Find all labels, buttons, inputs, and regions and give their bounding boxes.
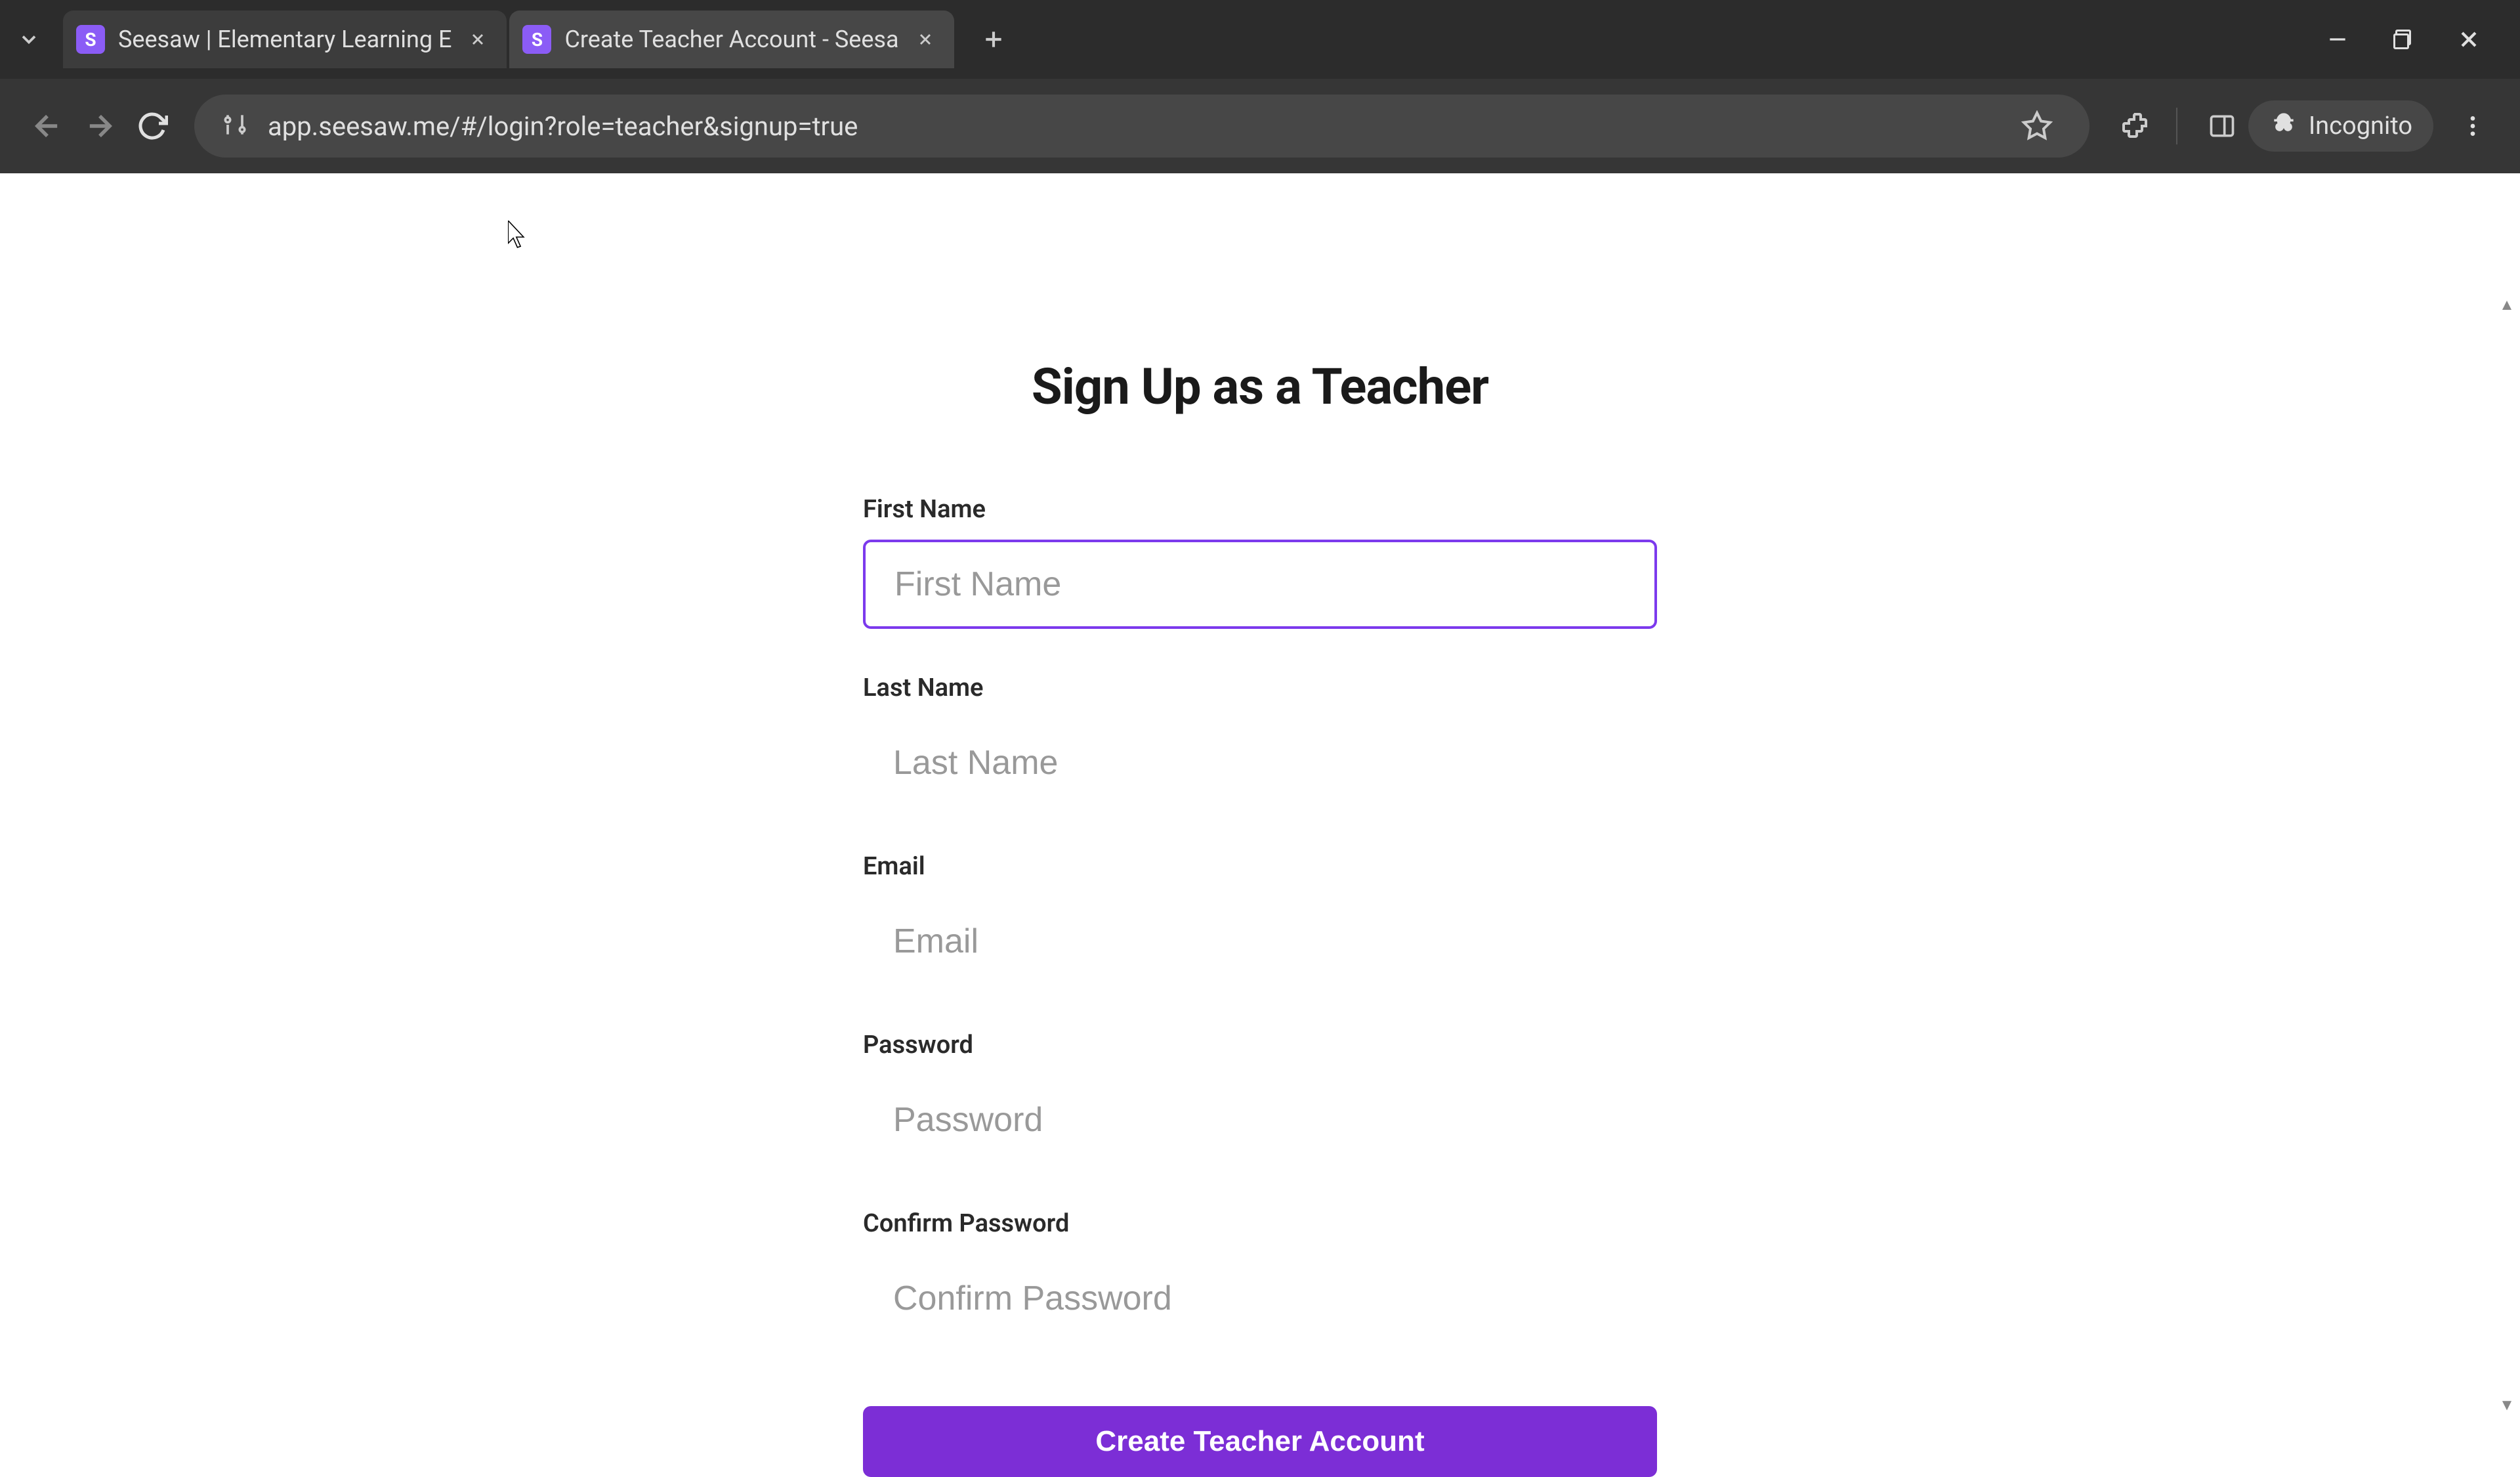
address-bar[interactable]: app.seesaw.me/#/login?role=teacher&signu… — [194, 95, 2090, 158]
password-input[interactable] — [863, 1075, 1657, 1165]
scroll-up-arrow-icon[interactable]: ▲ — [2494, 291, 2520, 318]
scroll-down-arrow-icon[interactable]: ▼ — [2494, 1392, 2520, 1418]
extensions-icon[interactable] — [2110, 100, 2163, 152]
browser-chrome: S Seesaw | Elementary Learning E S Creat… — [0, 0, 2520, 173]
tab-title: Create Teacher Account - Seesa — [564, 26, 898, 53]
browser-menu-button[interactable] — [2446, 100, 2499, 152]
tab-favicon-icon: S — [522, 25, 551, 54]
close-tab-button[interactable] — [462, 24, 494, 55]
window-controls — [2318, 20, 2510, 59]
minimize-button[interactable] — [2318, 20, 2357, 59]
first-name-label: First Name — [863, 495, 1657, 524]
last-name-label: Last Name — [863, 674, 1657, 702]
first-name-group: First Name — [863, 495, 1657, 629]
incognito-icon — [2269, 108, 2298, 144]
reload-button[interactable] — [126, 100, 178, 152]
mouse-cursor-icon — [508, 221, 529, 249]
browser-tab-2-active[interactable]: S Create Teacher Account - Seesa — [509, 11, 954, 68]
password-label: Password — [863, 1031, 1657, 1060]
url-text[interactable]: app.seesaw.me/#/login?role=teacher&signu… — [268, 111, 2006, 142]
confirm-password-label: Confirm Password — [863, 1209, 1657, 1238]
tab-favicon-icon: S — [76, 25, 105, 54]
new-tab-button[interactable] — [970, 16, 1017, 63]
incognito-label: Incognito — [2309, 112, 2412, 140]
browser-tab-1[interactable]: S Seesaw | Elementary Learning E — [63, 11, 507, 68]
divider — [2176, 108, 2177, 144]
back-button[interactable] — [21, 100, 74, 152]
incognito-badge[interactable]: Incognito — [2248, 100, 2433, 152]
forward-button[interactable] — [74, 100, 126, 152]
site-settings-icon[interactable] — [220, 110, 249, 142]
close-window-button[interactable] — [2449, 20, 2488, 59]
email-label: Email — [863, 852, 1657, 881]
email-input[interactable] — [863, 897, 1657, 986]
signup-form: Sign Up as a Teacher First Name Last Nam… — [863, 357, 1657, 1418]
confirm-password-group: Confirm Password — [863, 1209, 1657, 1343]
last-name-input[interactable] — [863, 718, 1657, 807]
tab-title: Seesaw | Elementary Learning E — [118, 26, 452, 53]
confirm-password-input[interactable] — [863, 1254, 1657, 1343]
close-tab-button[interactable] — [910, 24, 941, 55]
create-account-button[interactable]: Create Teacher Account — [863, 1406, 1657, 1477]
side-panel-icon[interactable] — [2196, 100, 2248, 152]
first-name-input[interactable] — [863, 540, 1657, 629]
password-group: Password — [863, 1031, 1657, 1165]
address-bar-row: app.seesaw.me/#/login?role=teacher&signu… — [0, 79, 2520, 173]
email-group: Email — [863, 852, 1657, 986]
tab-bar: S Seesaw | Elementary Learning E S Creat… — [0, 0, 2520, 79]
bookmark-icon[interactable] — [2011, 100, 2063, 152]
maximize-button[interactable] — [2384, 20, 2423, 59]
tab-search-dropdown[interactable] — [10, 21, 47, 58]
vertical-scrollbar[interactable]: ▲ ▼ — [2494, 291, 2520, 1418]
last-name-group: Last Name — [863, 674, 1657, 807]
page-content: ▲ ▼ Sign Up as a Teacher First Name Last… — [0, 173, 2520, 1418]
page-title: Sign Up as a Teacher — [863, 357, 1657, 416]
